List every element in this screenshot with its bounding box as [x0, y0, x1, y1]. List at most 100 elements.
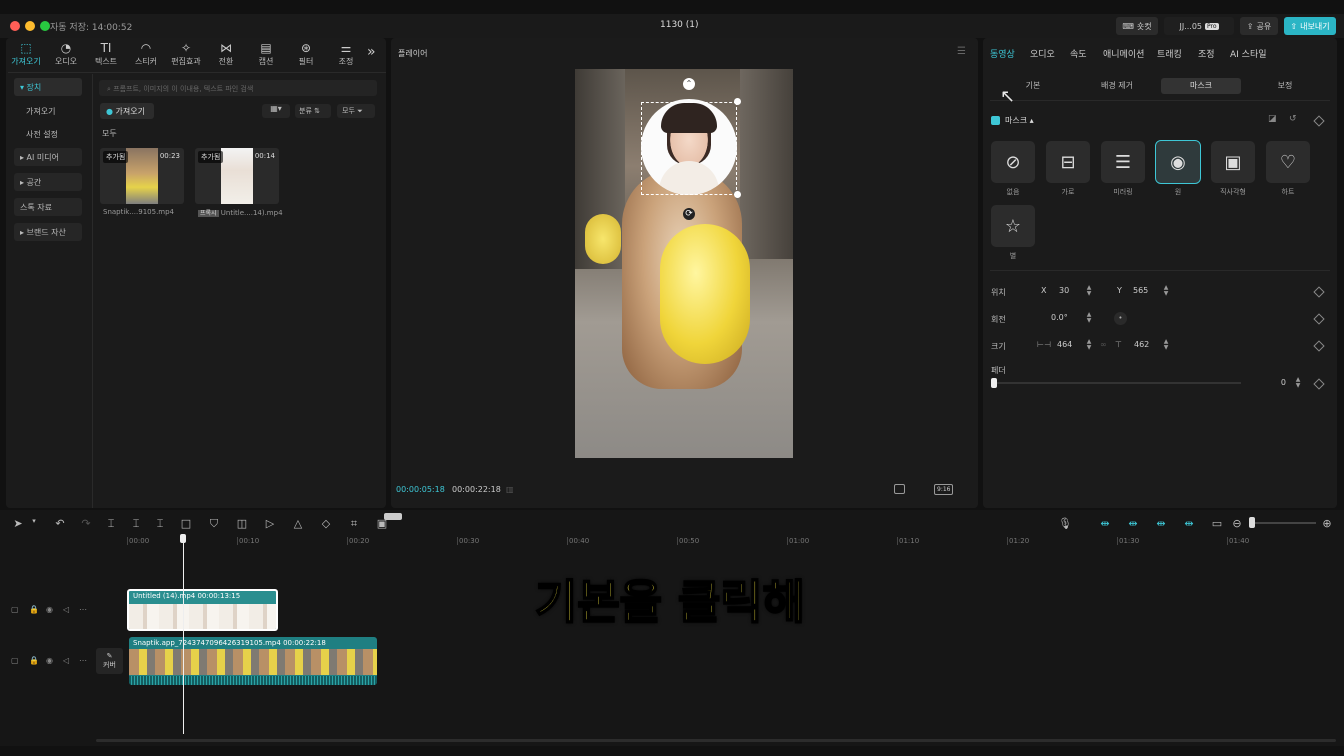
- track-mute-icon[interactable]: ◁: [63, 605, 69, 614]
- track-preview-icon[interactable]: ▢: [11, 656, 19, 665]
- sidebar-item-1[interactable]: 가져오기: [20, 102, 88, 120]
- maximize-window-button[interactable]: [40, 21, 50, 31]
- mask-shape-heart[interactable]: ♡: [1266, 141, 1310, 183]
- close-window-button[interactable]: [10, 21, 20, 31]
- filter-button[interactable]: 모두 ⏷: [337, 104, 375, 118]
- share-button[interactable]: ⇪ 공유: [1240, 17, 1278, 35]
- inspector-tab-1[interactable]: 오디오: [1030, 47, 1055, 60]
- tool-filter[interactable]: ⊛ 필터: [286, 40, 326, 70]
- tool-text[interactable]: TI 텍스트: [86, 40, 126, 70]
- rotate-handle-icon[interactable]: ⟳: [683, 208, 695, 220]
- video-preview[interactable]: ⌃ ⟳: [575, 69, 793, 458]
- split-icon[interactable]: ⌶: [104, 517, 118, 531]
- media-clip-snaptik[interactable]: 추가됨 00:23: [100, 148, 184, 204]
- inspector-subtab-1[interactable]: 배경 제거: [1077, 78, 1157, 94]
- inspector-subtab-3[interactable]: 보정: [1245, 78, 1325, 94]
- preview-axis-icon[interactable]: ⇹: [1154, 517, 1168, 530]
- inspector-tab-5[interactable]: 조정: [1198, 47, 1215, 60]
- x-stepper-icon[interactable]: ▲ ▼: [1085, 285, 1093, 297]
- sidebar-item-0[interactable]: ▾ 장치: [14, 78, 82, 96]
- mirror-icon[interactable]: △: [291, 517, 305, 530]
- redo-icon[interactable]: ↷: [79, 517, 93, 530]
- zoom-in-icon[interactable]: ⊕: [1320, 517, 1334, 530]
- inspector-tab-0[interactable]: 동영상: [990, 47, 1015, 60]
- sort-button[interactable]: 분류 ⇅: [295, 104, 331, 118]
- minimize-window-button[interactable]: [25, 21, 35, 31]
- fit-view-icon[interactable]: [894, 484, 905, 494]
- track-mute-icon[interactable]: ◁: [63, 656, 69, 665]
- tool-effects[interactable]: ✧ 편집효과: [166, 40, 206, 70]
- mask-enable-checkbox[interactable]: [991, 116, 1000, 125]
- track-visibility-icon[interactable]: ◉: [46, 656, 53, 665]
- track-lock-icon[interactable]: 🔒: [29, 605, 39, 614]
- height-stepper-icon[interactable]: ▲ ▼: [1162, 339, 1170, 351]
- sidebar-item-5[interactable]: 스톡 자료: [14, 198, 82, 216]
- media-clip-untitled[interactable]: 추가됨 00:14: [195, 148, 279, 204]
- crop-icon[interactable]: ⌗: [347, 517, 361, 531]
- y-position-input[interactable]: 565: [1133, 284, 1159, 298]
- user-account[interactable]: JJ...05 Pro: [1164, 17, 1234, 35]
- split-left-icon[interactable]: ⌶: [129, 517, 143, 531]
- marker-icon[interactable]: ⛉: [207, 517, 221, 531]
- invert-mask-icon[interactable]: ◪: [1268, 114, 1277, 124]
- import-media-button[interactable]: ● 가져오기: [100, 103, 154, 119]
- feather-slider-handle[interactable]: [991, 378, 997, 388]
- resize-handle[interactable]: [734, 98, 741, 105]
- y-stepper-icon[interactable]: ▲ ▼: [1162, 285, 1170, 297]
- track-more-icon[interactable]: ⋯: [79, 605, 87, 614]
- shortcut-button[interactable]: ⌨ 숏컷: [1116, 17, 1158, 35]
- x-position-input[interactable]: 30: [1059, 284, 1085, 298]
- mask-shape-star[interactable]: ☆: [991, 205, 1035, 247]
- media-search-input[interactable]: ⌕ 프롬프트, 이미지의 이 이내용, 텍스트 파인 검색: [99, 80, 377, 96]
- aspect-ratio-button[interactable]: 9:16: [934, 484, 954, 495]
- more-tools-icon[interactable]: »: [367, 44, 376, 60]
- cover-button[interactable]: ✎ 커버: [96, 648, 123, 674]
- tool-transition[interactable]: ⋈ 전환: [206, 40, 246, 70]
- select-dropdown-icon[interactable]: ▾: [27, 517, 41, 525]
- tool-audio[interactable]: ◔ 오디오: [46, 40, 86, 70]
- timeline-clip-untitled[interactable]: Untitled (14).mp4 00:00:13:15: [127, 589, 278, 631]
- zoom-slider-track[interactable]: [1250, 522, 1316, 524]
- tool-captions[interactable]: ▤ 캡션: [246, 40, 286, 70]
- inspector-subtab-0[interactable]: 기본: [993, 78, 1073, 94]
- mask-section-title[interactable]: 마스크 ▴: [1005, 115, 1034, 126]
- track-lock-icon[interactable]: 🔒: [29, 656, 39, 665]
- mask-shape-rectangle[interactable]: ▣: [1211, 141, 1255, 183]
- rotate-icon[interactable]: ◇: [319, 517, 333, 530]
- inspector-tab-3[interactable]: 애니메이션: [1103, 47, 1144, 60]
- tool-adjust[interactable]: ⚌ 조정: [326, 40, 366, 70]
- feather-input[interactable]: 0: [1262, 376, 1286, 390]
- width-stepper-icon[interactable]: ▲ ▼: [1085, 339, 1093, 351]
- feather-slider-track[interactable]: [993, 382, 1241, 384]
- link-icon[interactable]: ∞: [1100, 338, 1107, 352]
- tool-sticker[interactable]: ◠ 스티커: [126, 40, 166, 70]
- mask-shape-horizontal[interactable]: ⊟: [1046, 141, 1090, 183]
- inspector-tab-4[interactable]: 트래킹: [1157, 47, 1182, 60]
- caption-view-icon[interactable]: ▭: [1210, 517, 1224, 530]
- track-more-icon[interactable]: ⋯: [79, 656, 87, 665]
- timeline-playhead[interactable]: [180, 534, 187, 734]
- tool-import[interactable]: ⬚ 가져오기: [6, 40, 46, 70]
- microphone-icon[interactable]: 🎙: [1058, 517, 1072, 530]
- sidebar-item-6[interactable]: ▸ 브랜드 자산: [14, 223, 82, 241]
- mask-shape-mirror[interactable]: ☰: [1101, 141, 1145, 183]
- mask-bounding-box[interactable]: [641, 102, 737, 195]
- reset-icon[interactable]: ↺: [1289, 114, 1297, 124]
- undo-icon[interactable]: ↶: [53, 517, 67, 530]
- inspector-tab-6[interactable]: AI 스타일: [1230, 47, 1267, 60]
- width-input[interactable]: 464: [1057, 338, 1083, 352]
- inspector-tab-2[interactable]: 속도: [1070, 47, 1087, 60]
- play-range-icon[interactable]: ▷: [263, 517, 277, 530]
- magnet-icon[interactable]: ⇹: [1182, 517, 1196, 530]
- view-toggle-button[interactable]: ▦▾: [262, 104, 290, 118]
- freeze-icon[interactable]: ◫: [235, 517, 249, 530]
- mask-shape-none[interactable]: ⊘: [991, 141, 1035, 183]
- split-right-icon[interactable]: ⌶: [153, 517, 167, 531]
- sidebar-item-2[interactable]: 사전 설정: [20, 125, 88, 143]
- linkage-icon[interactable]: ⇹: [1126, 517, 1140, 530]
- track-preview-icon[interactable]: ▢: [11, 605, 19, 614]
- waveform-icon[interactable]: ▥: [506, 485, 514, 494]
- sidebar-item-3[interactable]: ▸ AI 미디어: [14, 148, 82, 166]
- track-visibility-icon[interactable]: ◉: [46, 605, 53, 614]
- timeline-scrollbar[interactable]: [96, 739, 1336, 742]
